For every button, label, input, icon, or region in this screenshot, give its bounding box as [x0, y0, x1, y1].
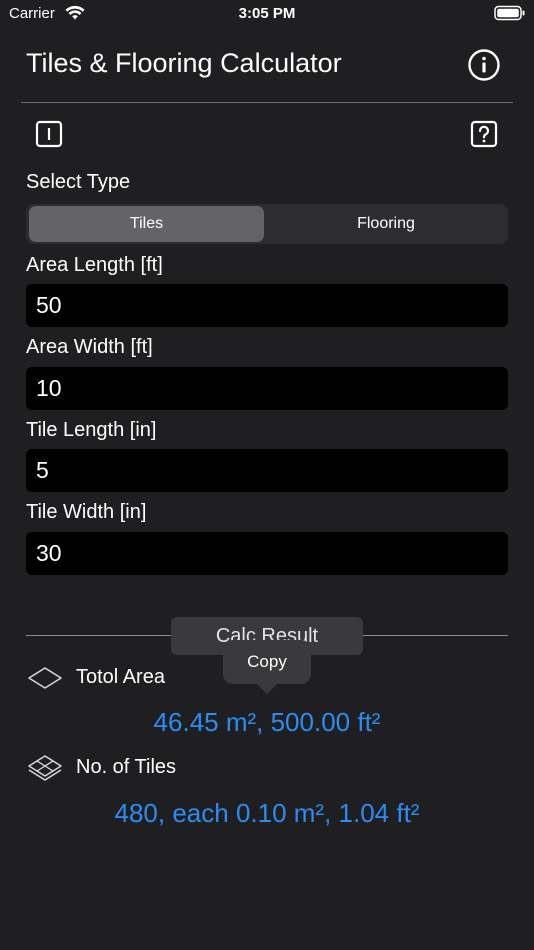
result-divider-left [26, 635, 172, 636]
segment-tiles[interactable]: Tiles [29, 206, 264, 242]
area-length-input[interactable] [26, 284, 508, 327]
total-area-label: Totol Area [76, 666, 165, 688]
page-title: Tiles & Flooring Calculator [26, 48, 342, 78]
tile-width-label: Tile Width [in] [26, 501, 147, 523]
info-icon[interactable] [467, 48, 501, 82]
copy-tooltip[interactable]: Copy [223, 640, 311, 694]
header-divider [21, 102, 513, 103]
tile-length-label: Tile Length [in] [26, 419, 157, 441]
total-area-value[interactable]: 46.45 m², 500.00 ft² [0, 707, 534, 738]
battery-icon [494, 5, 525, 21]
segment-flooring[interactable]: Flooring [266, 206, 506, 242]
tile-width-input[interactable] [26, 532, 508, 575]
question-box-icon[interactable] [470, 120, 498, 148]
result-divider-right [362, 635, 508, 636]
tiles-count-label: No. of Tiles [76, 756, 177, 778]
status-bar: Carrier 3:05 PM [0, 0, 534, 30]
tile-length-input[interactable] [26, 449, 508, 492]
area-diamond-icon [28, 667, 62, 689]
select-type-label: Select Type [26, 171, 131, 193]
copy-label: Copy [247, 652, 287, 671]
area-length-label: Area Length [ft] [26, 254, 163, 276]
tiles-grid-icon [28, 755, 62, 781]
tiles-count-value[interactable]: 480, each 0.10 m², 1.04 ft² [0, 798, 534, 829]
clock: 3:05 PM [238, 5, 296, 22]
area-width-label: Area Width [ft] [26, 336, 153, 358]
area-width-input[interactable] [26, 367, 508, 410]
text-cursor-box-icon[interactable] [35, 120, 63, 148]
type-segmented-control[interactable]: Tiles Flooring [26, 204, 508, 244]
